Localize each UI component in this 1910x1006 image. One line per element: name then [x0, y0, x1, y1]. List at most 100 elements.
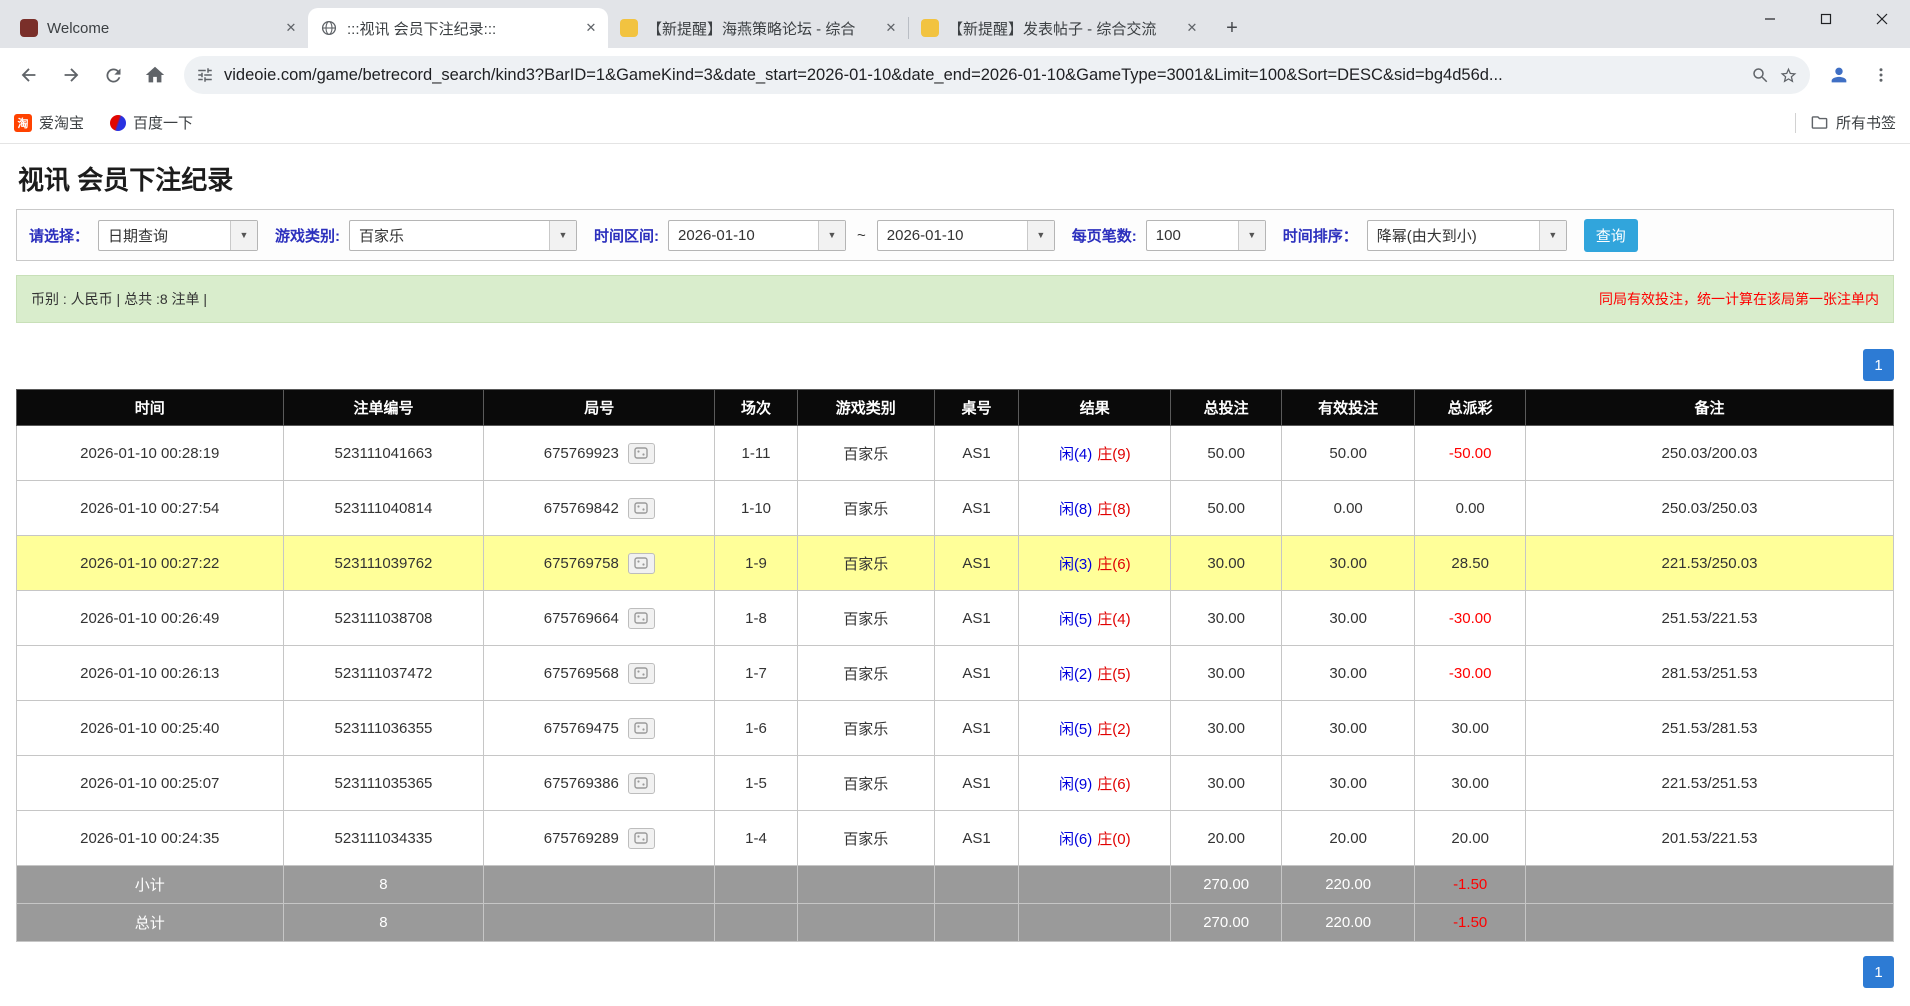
- back-icon[interactable]: [10, 56, 48, 94]
- table-header: 时间 注单编号 局号 场次 游戏类别 桌号 结果 总投注 有效投注 总派彩 备注: [17, 390, 1894, 426]
- page-number-button[interactable]: 1: [1863, 956, 1894, 988]
- cell-total-bet-link[interactable]: 30.00: [1171, 536, 1282, 591]
- date-range-label: 时间区间:: [594, 225, 659, 246]
- sort-select[interactable]: 降幂(由大到小) ▼: [1367, 220, 1567, 251]
- dice-icon[interactable]: [628, 773, 655, 794]
- browser-menu-icon[interactable]: [1862, 56, 1900, 94]
- tab-close-icon[interactable]: ✕: [282, 19, 300, 37]
- cell-note: 281.53/251.53: [1526, 646, 1894, 701]
- bookmark-baidu[interactable]: 百度一下: [110, 112, 193, 133]
- tab-forum-2[interactable]: 【新提醒】发表帖子 - 综合交流 ✕: [909, 8, 1209, 48]
- cell-table-no: AS1: [934, 591, 1018, 646]
- url-bar[interactable]: videoie.com/game/betrecord_search/kind3?…: [184, 56, 1810, 94]
- close-window-button[interactable]: [1854, 0, 1910, 38]
- cell-total-bet-link[interactable]: 20.00: [1171, 811, 1282, 866]
- tab-close-icon[interactable]: ✕: [582, 19, 600, 37]
- cell-payout: -50.00: [1415, 426, 1526, 481]
- tab-close-icon[interactable]: ✕: [882, 19, 900, 37]
- baidu-icon: [110, 115, 126, 131]
- url-text[interactable]: videoie.com/game/betrecord_search/kind3?…: [224, 66, 1741, 85]
- site-settings-icon[interactable]: [196, 66, 214, 84]
- tab-title: 【新提醒】发表帖子 - 综合交流: [948, 18, 1174, 39]
- subtotal-label: 小计: [17, 866, 284, 904]
- banker-result: 庄(9): [1097, 446, 1130, 463]
- chevron-down-icon[interactable]: ▼: [1238, 221, 1265, 250]
- dice-icon[interactable]: [628, 498, 655, 519]
- maximize-button[interactable]: [1798, 0, 1854, 38]
- cell-result: 闲(2)庄(5): [1019, 646, 1171, 701]
- forward-icon[interactable]: [52, 56, 90, 94]
- search-button[interactable]: 查询: [1584, 219, 1638, 252]
- tab-forum-1[interactable]: 【新提醒】海燕策略论坛 - 综合 ✕: [608, 8, 908, 48]
- tab-close-icon[interactable]: ✕: [1183, 19, 1201, 37]
- date-end-select[interactable]: 2026-01-10 ▼: [877, 220, 1055, 251]
- cell-total-bet-link[interactable]: 50.00: [1171, 481, 1282, 536]
- cell-note: 251.53/221.53: [1526, 591, 1894, 646]
- zoom-icon[interactable]: [1751, 66, 1769, 84]
- bookmark-star-icon[interactable]: [1779, 66, 1798, 85]
- cell-payout: -30.00: [1415, 646, 1526, 701]
- forum-favicon-icon: [620, 19, 638, 37]
- cell-bet-id: 523111040814: [283, 481, 484, 536]
- cell-total-bet-link[interactable]: 30.00: [1171, 701, 1282, 756]
- cell-session: 1-10: [715, 481, 798, 536]
- cell-round: 675769475: [484, 701, 715, 756]
- cell-game-type: 百家乐: [797, 591, 934, 646]
- dice-icon[interactable]: [628, 663, 655, 684]
- game-type-select[interactable]: 百家乐 ▼: [349, 220, 577, 251]
- cell-game-type: 百家乐: [797, 426, 934, 481]
- cell-valid-bet: 30.00: [1282, 756, 1415, 811]
- banker-result: 庄(5): [1097, 666, 1130, 683]
- chevron-down-icon[interactable]: ▼: [549, 221, 576, 250]
- cell-total-bet-link[interactable]: 30.00: [1171, 591, 1282, 646]
- cell-bet-id: 523111041663: [283, 426, 484, 481]
- tab-bet-records[interactable]: :::视讯 会员下注纪录::: ✕: [308, 8, 608, 48]
- chevron-down-icon[interactable]: ▼: [230, 221, 257, 250]
- cell-total-bet-link[interactable]: 50.00: [1171, 426, 1282, 481]
- profile-avatar-icon[interactable]: [1820, 56, 1858, 94]
- cell-result: 闲(6)庄(0): [1019, 811, 1171, 866]
- dice-icon[interactable]: [628, 718, 655, 739]
- cell-table-no: AS1: [934, 811, 1018, 866]
- dice-icon[interactable]: [628, 608, 655, 629]
- date-start-select[interactable]: 2026-01-10 ▼: [668, 220, 846, 251]
- col-result: 结果: [1019, 390, 1171, 426]
- cell-session: 1-9: [715, 536, 798, 591]
- taobao-icon: 淘: [14, 114, 32, 132]
- cell-valid-bet: 0.00: [1282, 481, 1415, 536]
- cell-table-no: AS1: [934, 646, 1018, 701]
- browser-toolbar: videoie.com/game/betrecord_search/kind3?…: [0, 48, 1910, 102]
- refresh-icon[interactable]: [94, 56, 132, 94]
- cell-valid-bet: 50.00: [1282, 426, 1415, 481]
- cell-round: 675769923: [484, 426, 715, 481]
- cell-total-bet-link[interactable]: 30.00: [1171, 756, 1282, 811]
- cell-session: 1-5: [715, 756, 798, 811]
- welcome-favicon-icon: [20, 19, 38, 37]
- bet-note-warning: 同局有效投注，统一计算在该局第一张注单内: [1599, 289, 1879, 309]
- dice-icon[interactable]: [628, 828, 655, 849]
- chevron-down-icon[interactable]: ▼: [1539, 221, 1566, 250]
- new-tab-button[interactable]: +: [1217, 13, 1247, 43]
- cell-time: 2026-01-10 00:26:13: [17, 646, 284, 701]
- cell-session: 1-11: [715, 426, 798, 481]
- chevron-down-icon[interactable]: ▼: [818, 221, 845, 250]
- game-type-label: 游戏类别:: [275, 225, 340, 246]
- banker-result: 庄(8): [1097, 501, 1130, 518]
- cell-bet-id: 523111034335: [283, 811, 484, 866]
- minimize-button[interactable]: [1742, 0, 1798, 38]
- cell-total-bet-link[interactable]: 30.00: [1171, 646, 1282, 701]
- dice-icon[interactable]: [628, 443, 655, 464]
- home-icon[interactable]: [136, 56, 174, 94]
- col-bet-id: 注单编号: [283, 390, 484, 426]
- tab-welcome[interactable]: Welcome ✕: [8, 8, 308, 48]
- chevron-down-icon[interactable]: ▼: [1027, 221, 1054, 250]
- pagination-bottom: 1: [16, 956, 1894, 988]
- query-type-select[interactable]: 日期查询 ▼: [98, 220, 258, 251]
- bookmark-aitaobao[interactable]: 淘 爱淘宝: [14, 112, 84, 133]
- tab-title: Welcome: [47, 20, 273, 37]
- subtotal-total-bet: 270.00: [1171, 866, 1282, 904]
- page-number-button[interactable]: 1: [1863, 349, 1894, 381]
- dice-icon[interactable]: [628, 553, 655, 574]
- all-bookmarks-button[interactable]: 所有书签: [1810, 112, 1896, 133]
- per-page-select[interactable]: 100 ▼: [1146, 220, 1266, 251]
